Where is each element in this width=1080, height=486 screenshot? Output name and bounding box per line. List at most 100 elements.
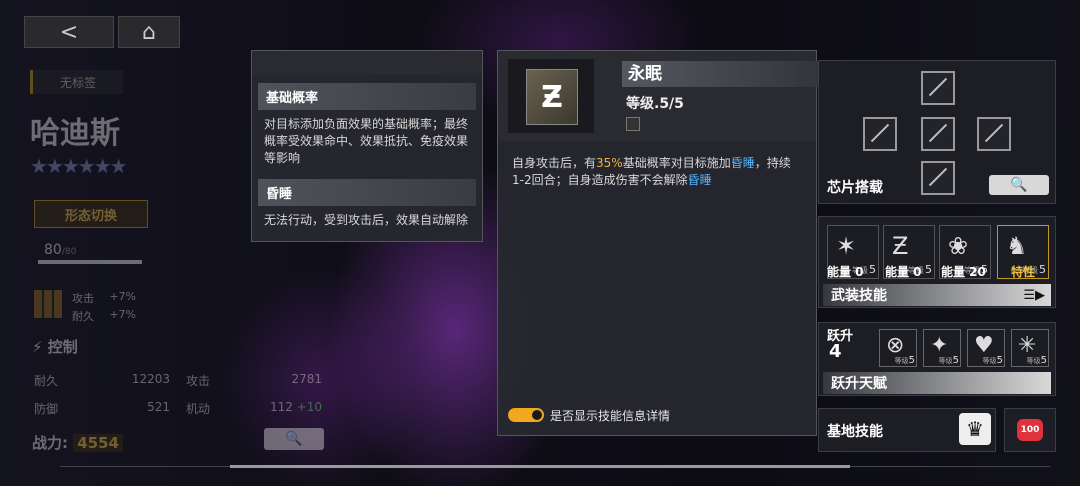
stat-value: 2781 [291, 372, 322, 386]
stat-value: 112 [269, 400, 293, 414]
chip-panel: 芯片搭载 🔍 [818, 60, 1056, 204]
ascend-value: 4 [829, 341, 842, 362]
ascend-level: 5 [1040, 355, 1047, 366]
base-skill-emblem-icon: ♛ [959, 413, 991, 445]
tooltip-header [252, 51, 482, 75]
armed-skill-label: 武装技能 [831, 288, 887, 304]
sleep-z-icon: Ƶ [526, 69, 578, 125]
ascend-talent-bar[interactable]: 跃升天赋 [823, 372, 1051, 394]
character-name: 哈迪斯 [30, 116, 120, 151]
chip-slot-bottom[interactable] [921, 161, 955, 195]
skill-header: Ƶ 永眠 等级.5/5 [498, 51, 818, 141]
magnifier-icon: 🔍 [285, 431, 303, 447]
level-current: 80 [44, 242, 62, 258]
ascend-level-prefix: 等级 [1026, 357, 1041, 365]
tag-label: 无标签 [30, 70, 123, 94]
desc-keyword-sleep[interactable]: 昏睡 [688, 173, 712, 187]
heart-icon: 100 [1017, 419, 1043, 441]
desc-text: 对目标施加 [670, 156, 731, 170]
chip-title: 芯片搭载 [827, 180, 883, 196]
chip-detail-button[interactable]: 🔍 [989, 175, 1049, 195]
detail-toggle[interactable] [508, 408, 544, 422]
level-bar [38, 260, 142, 264]
ascend-slot-4[interactable]: ✳ 等级5 [1011, 329, 1049, 367]
desc-keyword-base[interactable]: 基础概率 [623, 156, 671, 170]
bonus-attack-label: 攻击 [72, 292, 94, 305]
stat-value: 521 [147, 400, 170, 414]
stat-label: 机动 [186, 402, 211, 416]
chip-slot-left[interactable] [863, 117, 897, 151]
chip-slot-top[interactable] [921, 71, 955, 105]
chip-slot-center[interactable] [921, 117, 955, 151]
skill-level: 5 [1039, 263, 1046, 276]
skill-level: 5 [925, 263, 932, 276]
skill-description: 自身攻击后，有35%基础概率对目标施加昏睡，持续1-2回合；自身造成伤害不会解除… [498, 141, 816, 189]
power-value: 4554 [73, 434, 123, 452]
star-rating: ★★★★★★ [30, 154, 128, 178]
stat-label: 防御 [34, 402, 59, 416]
role-icon: ⚡ [32, 338, 43, 356]
stat-attack: 攻击 2781 [186, 372, 322, 389]
keyword-tooltip: 基础概率 对目标添加负面效果的基础概率；最终概率受效果命中、效果抵抗、免疫效果等… [251, 50, 483, 242]
stats-detail-button[interactable]: 🔍 [264, 428, 324, 450]
magnifier-icon: 🔍 [1010, 177, 1028, 193]
role-label: ⚡ 控制 [32, 336, 78, 357]
stat-durability: 耐久 12203 [34, 372, 170, 389]
desc-keyword-sleep[interactable]: 昏睡 [731, 156, 755, 170]
stat-label: 攻击 [186, 374, 211, 388]
stat-mobility: 机动 112 +10 [186, 400, 322, 417]
level-value: 80/80 [44, 242, 76, 258]
desc-text: 自身攻击后，有 [512, 156, 597, 170]
flower-icon: ❀ [948, 232, 969, 260]
heart-value: 100 [1020, 425, 1040, 435]
bonus-attack-value: +7% [109, 290, 136, 303]
power-display: 战力: 4554 [32, 432, 123, 453]
bonus-durability-label: 耐久 [72, 310, 94, 323]
form-switch-button[interactable]: 形态切换 [34, 200, 148, 228]
stat-value: 12203 [131, 372, 170, 386]
back-button[interactable]: < [24, 16, 114, 48]
skill-energy-2: 能量 0 [885, 265, 922, 279]
chip-slot-right[interactable] [977, 117, 1011, 151]
tooltip-text-sleep: 无法行动，受到攻击后，效果自动解除 [264, 213, 469, 227]
ascend-level-prefix: 等级 [894, 357, 909, 365]
stat-defense: 防御 521 [34, 400, 170, 417]
home-button[interactable]: ⌂ [118, 16, 180, 48]
power-label: 战力: [32, 434, 68, 452]
skills-panel: ✶ 等级5 Ƶ 等级5 ❀ 等级5 ♞ 等级5 能量 0 能量 0 能量 20 特性 武… [818, 216, 1056, 308]
armed-skill-bar[interactable]: 武装技能 ☰▶ [823, 284, 1051, 306]
role-text: 控制 [47, 338, 78, 356]
skill-level: 等级.5/5 [626, 96, 684, 112]
sleep-z-icon: Ƶ [892, 232, 909, 260]
tooltip-title-base-probability: 基础概率 [258, 83, 476, 110]
skill-level: 5 [869, 263, 876, 276]
ascend-slot-1[interactable]: ⊗ 等级5 [879, 329, 917, 367]
skill-energy-1: 能量 0 [827, 265, 864, 279]
base-skill-panel[interactable]: 基地技能 ♛ [818, 408, 996, 452]
skill-energy-3: 能量 20 [941, 265, 986, 279]
ascend-level: 5 [908, 355, 915, 366]
list-arrow-icon: ☰▶ [1023, 287, 1045, 303]
ascend-level: 5 [952, 355, 959, 366]
ascend-talent-label: 跃升天赋 [831, 376, 887, 392]
ascend-level: 5 [996, 355, 1003, 366]
stat-extra: +10 [296, 400, 322, 414]
dragon-icon: ♞ [1006, 232, 1028, 260]
desc-percent: 35% [596, 156, 623, 170]
skill-trait-label: 特性 [1011, 265, 1036, 279]
bonus-list: 攻击 +7% 耐久 +7% [72, 290, 136, 324]
bonus-durability-value: +7% [109, 308, 136, 321]
heart-badge[interactable]: 100 [1004, 408, 1056, 452]
scroll-indicator[interactable] [230, 465, 850, 468]
stat-label: 耐久 [34, 374, 59, 388]
ascend-level-prefix: 等级 [938, 357, 953, 365]
tooltip-title-sleep: 昏睡 [258, 179, 476, 206]
ascend-panel: 跃升 4 ⊗ 等级5 ✦ 等级5 ♥ 等级5 ✳ 等级5 跃升天赋 [818, 322, 1056, 396]
ascend-slot-2[interactable]: ✦ 等级5 [923, 329, 961, 367]
bonus-grid-icon [34, 290, 62, 318]
level-max: /80 [61, 247, 77, 257]
home-icon: ⌂ [142, 19, 156, 45]
skill-detail-popup: Ƶ 永眠 等级.5/5 自身攻击后，有35%基础概率对目标施加昏睡，持续1-2回… [497, 50, 818, 436]
ascend-level-prefix: 等级 [982, 357, 997, 365]
ascend-slot-3[interactable]: ♥ 等级5 [967, 329, 1005, 367]
